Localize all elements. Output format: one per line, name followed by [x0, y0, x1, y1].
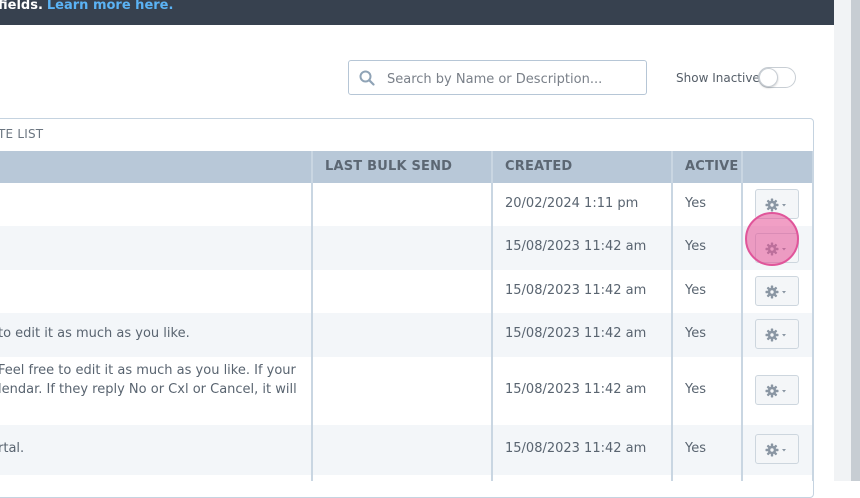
row-created: 15/08/2023 11:42 am: [505, 239, 647, 254]
row-created: 20/02/2024 1:11 pm: [505, 196, 639, 211]
table-row: 15/08/2023 11:42 am Yes: [0, 226, 813, 270]
row-active: Yes: [685, 326, 706, 341]
table-row: to edit it as much as you like. 15/08/20…: [0, 313, 813, 357]
caret-down-icon: [782, 390, 786, 393]
row-actions-button[interactable]: [755, 319, 799, 349]
gear-icon: [765, 285, 786, 299]
scrollbar-thumb[interactable]: [851, 0, 860, 481]
gear-icon: [765, 198, 786, 212]
row-created: 15/08/2023 11:42 am: [505, 326, 647, 341]
row-description-line2: lendar. If they reply No or Cxl or Cance…: [0, 382, 297, 397]
row-active: Yes: [685, 239, 706, 254]
search-icon: [359, 70, 375, 86]
caret-down-icon: [782, 449, 786, 452]
table-row: 15/08/2023 11:42 am Yes: [0, 270, 813, 313]
search-input[interactable]: [385, 68, 639, 90]
caret-down-icon: [782, 291, 786, 294]
panel-title: TE LIST: [0, 127, 44, 141]
page-gutter: [834, 0, 851, 481]
row-created: 15/08/2023 11:42 am: [505, 441, 647, 456]
gear-icon: [765, 384, 786, 398]
row-actions-button[interactable]: [755, 375, 799, 405]
row-actions-button[interactable]: [755, 434, 799, 464]
gear-icon: [765, 328, 786, 342]
row-description: Feel free to edit it as much as you like…: [0, 363, 296, 378]
caret-down-icon: [782, 204, 786, 207]
toggle-knob: [759, 68, 778, 87]
banner-message: fields. Learn more here.: [0, 0, 173, 12]
panel-right-border: [812, 151, 814, 481]
column-divider: [741, 151, 743, 481]
row-created: 15/08/2023 11:42 am: [505, 382, 647, 397]
row-actions-button[interactable]: [755, 276, 799, 306]
table-row: 20/02/2024 1:11 pm Yes: [0, 183, 813, 226]
show-inactive-toggle[interactable]: [758, 67, 796, 88]
search-box[interactable]: [348, 60, 647, 95]
row-active: Yes: [685, 196, 706, 211]
caret-down-icon: [782, 334, 786, 337]
row-active: Yes: [685, 283, 706, 298]
column-header-active[interactable]: ACTIVE: [685, 151, 738, 183]
column-header-last-bulk-send[interactable]: LAST BULK SEND: [325, 151, 452, 183]
info-banner: fields. Learn more here.: [0, 0, 834, 25]
row-active: Yes: [685, 382, 706, 397]
column-divider: [491, 151, 493, 481]
gear-icon: [765, 443, 786, 457]
row-description: to edit it as much as you like.: [0, 326, 190, 341]
column-divider: [671, 151, 673, 481]
column-divider: [311, 151, 313, 481]
column-header-created[interactable]: CREATED: [505, 151, 572, 183]
learn-more-link[interactable]: Learn more here.: [47, 0, 174, 13]
row-created: 15/08/2023 11:42 am: [505, 283, 647, 298]
row-active: Yes: [685, 441, 706, 456]
row-description: rtal.: [0, 441, 25, 456]
table-row: rtal. 15/08/2023 11:42 am Yes: [0, 425, 813, 475]
show-inactive-label: Show Inactive: [676, 71, 760, 85]
banner-text: fields.: [0, 0, 43, 13]
table-row: Feel free to edit it as much as you like…: [0, 357, 813, 425]
click-indicator: [745, 212, 799, 266]
